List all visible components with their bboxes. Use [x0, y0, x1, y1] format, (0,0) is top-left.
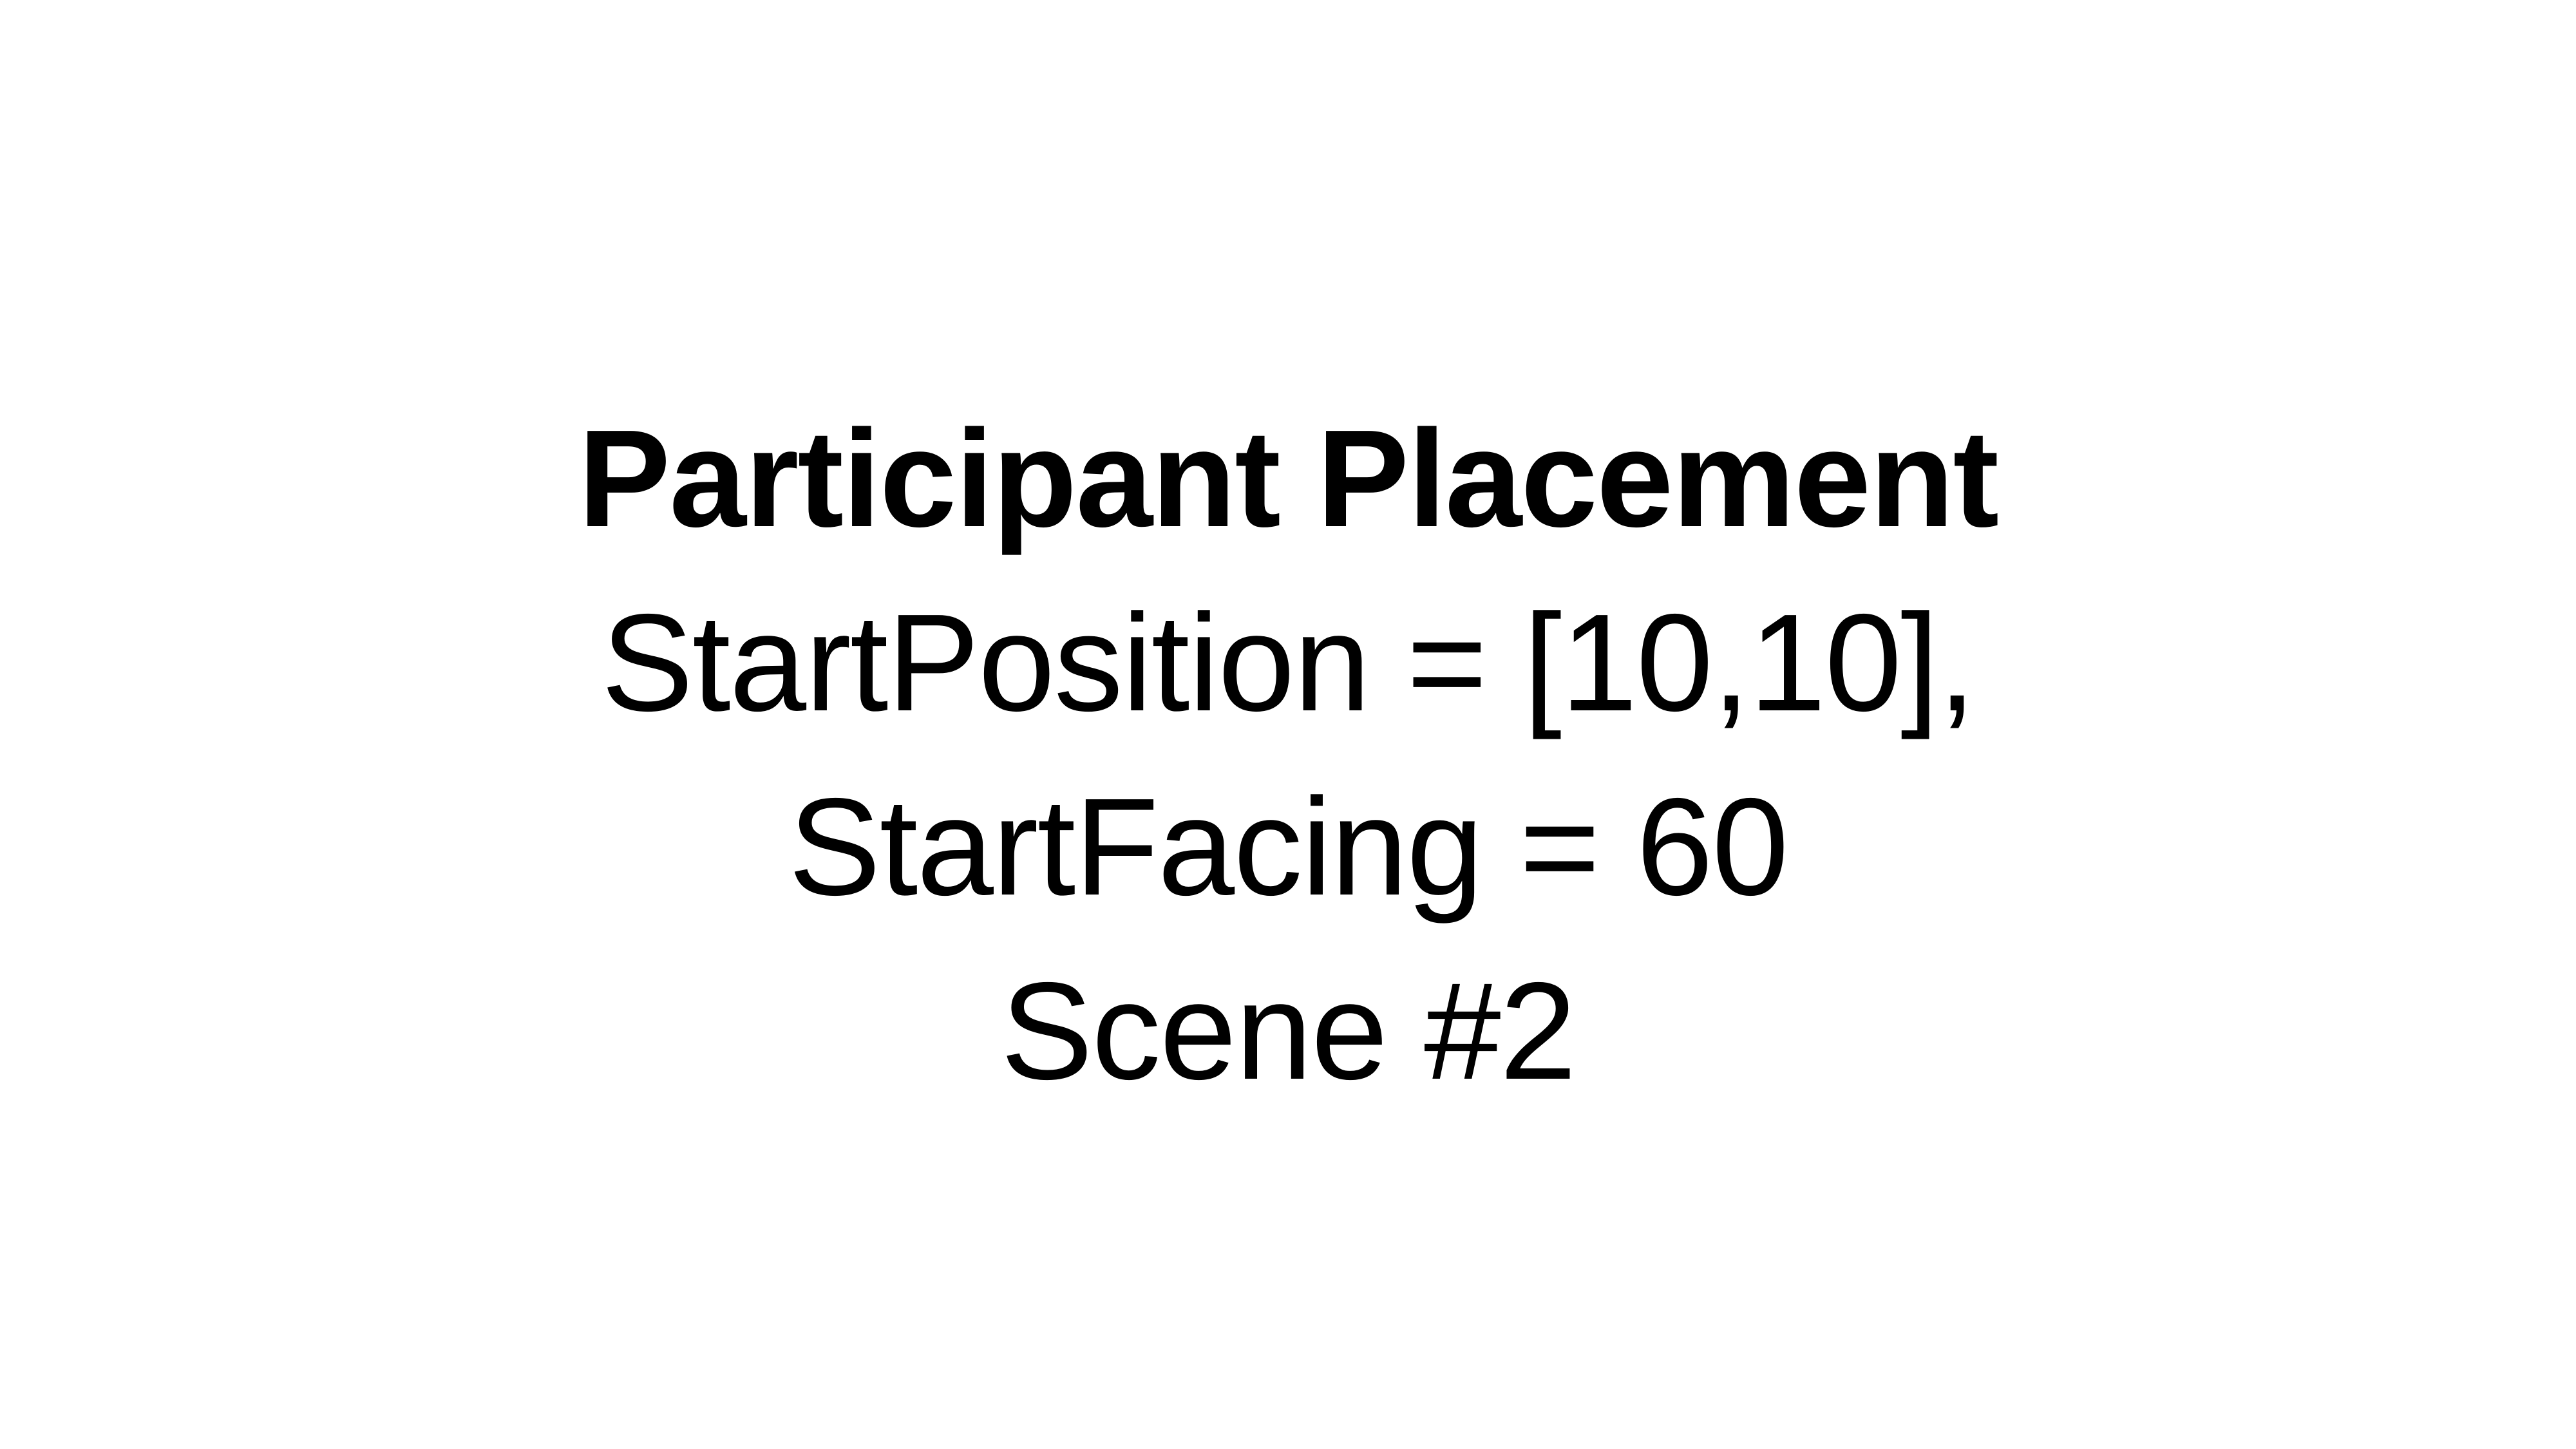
slide-canvas: Participant Placement StartPosition = [1… — [0, 0, 2576, 1449]
start-facing-line: StartFacing = 60 — [788, 769, 1789, 924]
start-position-line: StartPosition = [10,10], — [601, 585, 1976, 740]
slide-title: Participant Placement — [578, 401, 1999, 556]
slide-text-block: Participant Placement StartPosition = [1… — [0, 386, 2576, 1123]
scene-label-line: Scene #2 — [1000, 953, 1577, 1108]
